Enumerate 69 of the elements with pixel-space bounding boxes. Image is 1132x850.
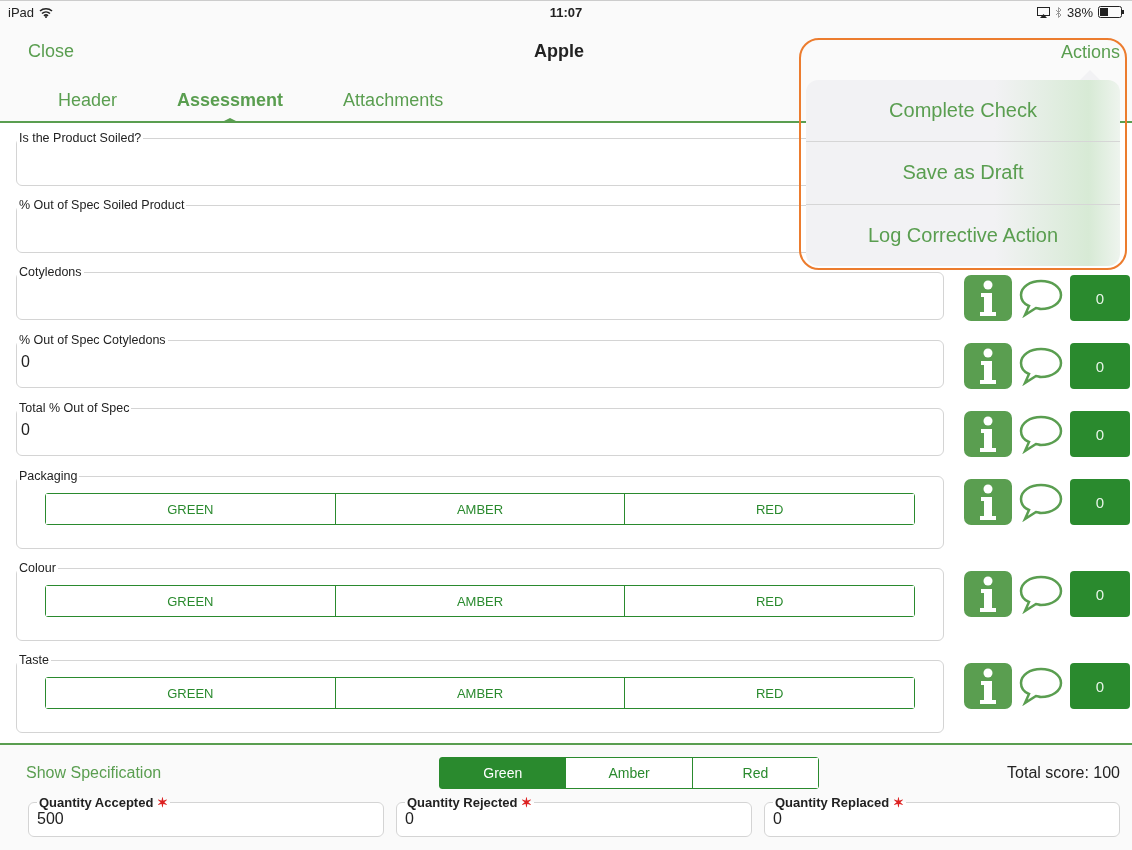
show-specification-link[interactable]: Show Specification [26,764,162,782]
bluetooth-icon [1054,6,1062,18]
count-button[interactable]: 0 [1070,411,1130,457]
field-label: Taste [18,653,50,667]
close-button[interactable]: Close [28,40,75,62]
info-icon[interactable] [964,411,1012,457]
tab[interactable]: Header [28,79,148,121]
screen-title: Apple [534,40,584,62]
field-label: Colour [18,561,57,575]
info-icon[interactable] [964,275,1012,321]
field-label: Is the Product Soiled? [18,131,143,145]
quantity-field[interactable]: Quantity Rejected ✶ 0 [396,795,752,837]
comment-icon[interactable] [1018,666,1064,706]
info-icon[interactable] [964,479,1012,525]
count-button[interactable]: 0 [1070,479,1130,525]
rating-segment[interactable]: GREEN [46,678,336,708]
comment-icon[interactable] [1018,414,1064,454]
rating-field[interactable]: Packaging GREEN AMBER RED [16,469,944,549]
field-value: 0 [21,352,31,372]
field-label: Packaging [18,469,79,483]
quantity-field[interactable]: Quantity Replaced ✶ 0 [764,795,1120,837]
comment-icon[interactable] [1018,574,1064,614]
field-label: Quantity Rejected ✶ [406,795,534,810]
field-value: 0 [405,810,415,828]
required-mark: ✶ [892,795,904,810]
rating-segment[interactable]: Amber [566,758,693,788]
count-button[interactable]: 0 [1070,571,1130,617]
battery-icon [1098,6,1124,18]
info-icon[interactable] [964,571,1012,617]
required-mark: ✶ [521,795,533,810]
input-field[interactable]: Total % Out of Spec 0 [16,401,944,456]
comment-icon[interactable] [1018,278,1064,318]
menu-item[interactable]: Complete Check [806,80,1120,143]
field-value: 0 [21,420,31,440]
actions-button[interactable]: Actions [1060,42,1120,63]
count-button[interactable]: 0 [1070,663,1130,709]
rating-segment[interactable]: GREEN [46,494,336,524]
comment-icon[interactable] [1018,482,1064,522]
battery-percent: 38% [1066,4,1093,20]
rating-field[interactable]: Colour GREEN AMBER RED [16,561,944,641]
device-name: iPad [8,4,35,20]
required-mark: ✶ [157,795,168,810]
info-icon[interactable] [964,343,1012,389]
info-icon[interactable] [964,663,1012,709]
rating-field[interactable]: Taste GREEN AMBER RED [16,653,944,733]
input-field[interactable]: Cotyledons [16,265,944,320]
rating-segment[interactable]: GREEN [46,586,336,616]
count-button[interactable]: 0 [1070,343,1130,389]
field-value: 0 [773,810,783,828]
field-label: Total % Out of Spec [18,401,131,415]
quantity-field[interactable]: Quantity Accepted ✶ 500 [28,795,384,837]
menu-item[interactable]: Save as Draft [806,142,1120,205]
rating-segment[interactable]: Green [440,758,567,788]
tab[interactable]: Assessment [147,79,314,121]
field-label: Quantity Accepted ✶ [38,795,169,810]
rating-segment[interactable]: Red [692,758,819,788]
input-field[interactable]: % Out of Spec Cotyledons 0 [16,333,944,388]
tab[interactable]: Attachments [313,79,474,121]
total-score: Total score: 100 [1007,764,1120,782]
field-value: 500 [37,810,65,828]
field-label: % Out of Spec Soiled Product [18,198,186,212]
airplay-icon [1036,6,1050,18]
comment-icon[interactable] [1018,346,1064,386]
field-label: Quantity Replaced ✶ [774,795,905,810]
field-label: Cotyledons [18,265,83,279]
count-button[interactable]: 0 [1070,275,1130,321]
wifi-icon [39,6,54,18]
field-label: % Out of Spec Cotyledons [18,333,167,347]
clock: 11:07 [549,4,583,20]
